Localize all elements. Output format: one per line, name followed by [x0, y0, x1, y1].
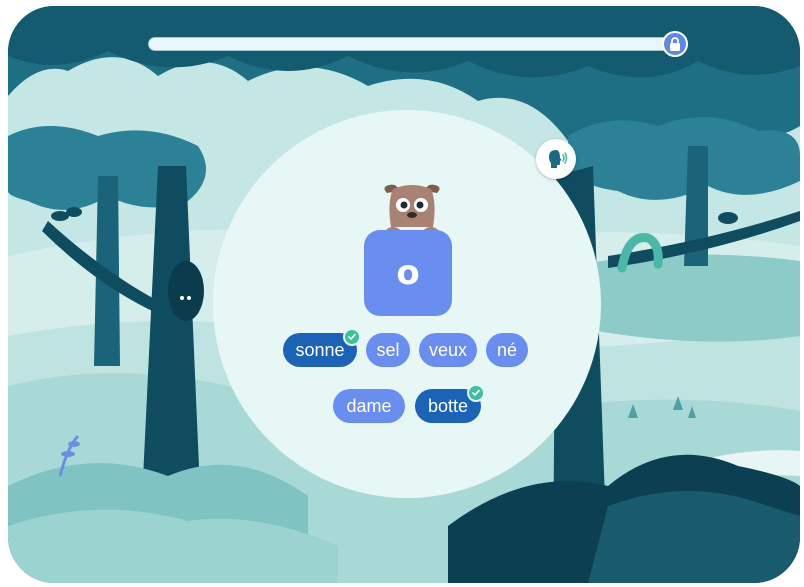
word-chip-sonne[interactable]: sonne [283, 328, 361, 367]
audio-button[interactable] [536, 139, 576, 179]
word-chip-label: sel [376, 339, 400, 360]
lock-glyph [670, 37, 680, 51]
word-chip-label: veux [428, 339, 468, 360]
word-chip-dame[interactable]: dame [333, 389, 405, 423]
progress-bar-fill [149, 38, 667, 50]
word-chip-sel[interactable]: sel [366, 333, 410, 367]
checkmark-icon [467, 384, 485, 402]
word-chip-veux[interactable]: veux [419, 333, 477, 367]
target-sound-letter: o [396, 253, 420, 293]
progress-bar [148, 37, 684, 51]
word-chip-label: dame [346, 395, 392, 416]
game-frame: o sonne sel veux né dame botte [8, 6, 800, 583]
checkmark-icon [343, 328, 361, 346]
word-chip-ne[interactable]: né [486, 333, 528, 367]
word-chip-label: botte [427, 395, 469, 416]
word-chip-label: sonne [295, 339, 345, 360]
lock-icon [662, 31, 688, 57]
word-chip-label: né [496, 339, 518, 360]
word-chip-botte[interactable]: botte [415, 384, 485, 423]
speaking-head-icon [549, 150, 568, 168]
target-sound-tile: o [364, 230, 452, 316]
